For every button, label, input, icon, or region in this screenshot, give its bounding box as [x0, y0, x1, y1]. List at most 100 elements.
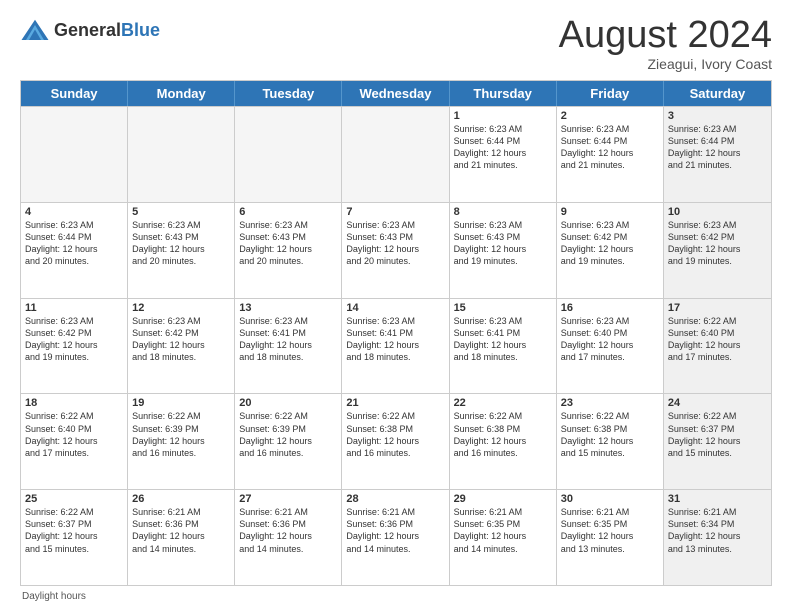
calendar-row: 25Sunrise: 6:22 AM Sunset: 6:37 PM Dayli… [21, 489, 771, 585]
day-info: Sunrise: 6:21 AM Sunset: 6:36 PM Dayligh… [346, 506, 444, 555]
day-info: Sunrise: 6:23 AM Sunset: 6:43 PM Dayligh… [239, 219, 337, 268]
day-info: Sunrise: 6:23 AM Sunset: 6:42 PM Dayligh… [561, 219, 659, 268]
day-number: 3 [668, 110, 767, 122]
calendar-row: 11Sunrise: 6:23 AM Sunset: 6:42 PM Dayli… [21, 298, 771, 394]
day-cell: 24Sunrise: 6:22 AM Sunset: 6:37 PM Dayli… [664, 394, 771, 489]
day-cell: 26Sunrise: 6:21 AM Sunset: 6:36 PM Dayli… [128, 490, 235, 585]
day-number: 31 [668, 493, 767, 505]
day-cell: 2Sunrise: 6:23 AM Sunset: 6:44 PM Daylig… [557, 107, 664, 202]
day-number: 17 [668, 302, 767, 314]
day-cell: 11Sunrise: 6:23 AM Sunset: 6:42 PM Dayli… [21, 299, 128, 394]
logo-blue: Blue [121, 21, 160, 41]
calendar: SundayMondayTuesdayWednesdayThursdayFrid… [20, 80, 772, 586]
empty-cell [128, 107, 235, 202]
day-cell: 7Sunrise: 6:23 AM Sunset: 6:43 PM Daylig… [342, 203, 449, 298]
day-info: Sunrise: 6:21 AM Sunset: 6:34 PM Dayligh… [668, 506, 767, 555]
day-info: Sunrise: 6:23 AM Sunset: 6:44 PM Dayligh… [561, 123, 659, 172]
day-cell: 4Sunrise: 6:23 AM Sunset: 6:44 PM Daylig… [21, 203, 128, 298]
day-cell: 10Sunrise: 6:23 AM Sunset: 6:42 PM Dayli… [664, 203, 771, 298]
calendar-row: 1 Sunrise: 6:23 AM Sunset: 6:44 PM Daylig… [21, 106, 771, 202]
day-number: 12 [132, 302, 230, 314]
day-info: Sunrise: 6:23 AM Sunset: 6:43 PM Dayligh… [346, 219, 444, 268]
day-number: 22 [454, 397, 552, 409]
day-cell: 30Sunrise: 6:21 AM Sunset: 6:35 PM Dayli… [557, 490, 664, 585]
day-info: Sunrise: 6:21 AM Sunset: 6:36 PM Dayligh… [239, 506, 337, 555]
day-info: Sunrise: 6:22 AM Sunset: 6:37 PM Dayligh… [668, 410, 767, 459]
month-title: August 2024 [559, 16, 772, 54]
day-number: 11 [25, 302, 123, 314]
day-number: 28 [346, 493, 444, 505]
header: GeneralBlue August 2024 Zieagui, Ivory C… [20, 16, 772, 72]
logo: GeneralBlue [20, 16, 160, 46]
day-cell: 31Sunrise: 6:21 AM Sunset: 6:34 PM Dayli… [664, 490, 771, 585]
day-cell: 21Sunrise: 6:22 AM Sunset: 6:38 PM Dayli… [342, 394, 449, 489]
weekday-header: Wednesday [342, 81, 449, 106]
day-number: 30 [561, 493, 659, 505]
day-number: 20 [239, 397, 337, 409]
day-cell: 25Sunrise: 6:22 AM Sunset: 6:37 PM Dayli… [21, 490, 128, 585]
weekday-header: Thursday [450, 81, 557, 106]
calendar-row: 4Sunrise: 6:23 AM Sunset: 6:44 PM Daylig… [21, 202, 771, 298]
day-info: Sunrise: 6:23 AM Sunset: 6:43 PM Dayligh… [454, 219, 552, 268]
day-info: Sunrise: 6:22 AM Sunset: 6:39 PM Dayligh… [239, 410, 337, 459]
day-number: 18 [25, 397, 123, 409]
day-info: Sunrise: 6:22 AM Sunset: 6:40 PM Dayligh… [668, 315, 767, 364]
day-cell: 17Sunrise: 6:22 AM Sunset: 6:40 PM Dayli… [664, 299, 771, 394]
day-cell: 16Sunrise: 6:23 AM Sunset: 6:40 PM Dayli… [557, 299, 664, 394]
day-info: Sunrise: 6:23 AM Sunset: 6:42 PM Dayligh… [25, 315, 123, 364]
day-info: Sunrise: 6:23 AM Sunset: 6:41 PM Dayligh… [346, 315, 444, 364]
day-cell: 6Sunrise: 6:23 AM Sunset: 6:43 PM Daylig… [235, 203, 342, 298]
day-number: 14 [346, 302, 444, 314]
day-cell: 18Sunrise: 6:22 AM Sunset: 6:40 PM Dayli… [21, 394, 128, 489]
day-cell: 14Sunrise: 6:23 AM Sunset: 6:41 PM Dayli… [342, 299, 449, 394]
day-number: 24 [668, 397, 767, 409]
day-info: Sunrise: 6:23 AM Sunset: 6:40 PM Dayligh… [561, 315, 659, 364]
calendar-header: SundayMondayTuesdayWednesdayThursdayFrid… [21, 81, 771, 106]
day-number: 9 [561, 206, 659, 218]
weekday-header: Tuesday [235, 81, 342, 106]
day-info: Sunrise: 6:23 AM Sunset: 6:42 PM Dayligh… [668, 219, 767, 268]
day-cell: 8Sunrise: 6:23 AM Sunset: 6:43 PM Daylig… [450, 203, 557, 298]
day-cell: 12Sunrise: 6:23 AM Sunset: 6:42 PM Dayli… [128, 299, 235, 394]
day-number: 25 [25, 493, 123, 505]
day-info: Sunrise: 6:21 AM Sunset: 6:35 PM Dayligh… [454, 506, 552, 555]
day-number: 23 [561, 397, 659, 409]
page: GeneralBlue August 2024 Zieagui, Ivory C… [0, 0, 792, 612]
day-info: Sunrise: 6:22 AM Sunset: 6:38 PM Dayligh… [561, 410, 659, 459]
logo-icon [20, 16, 50, 46]
daylight-hours-label: Daylight hours [22, 591, 86, 602]
day-number: 13 [239, 302, 337, 314]
weekday-header: Sunday [21, 81, 128, 106]
day-info: Sunrise: 6:23 AM Sunset: 6:44 PM Dayligh… [25, 219, 123, 268]
day-cell: 1Sunrise: 6:23 AM Sunset: 6:44 PM Daylig… [450, 107, 557, 202]
day-number: 1 [454, 110, 552, 122]
empty-cell [21, 107, 128, 202]
weekday-header: Monday [128, 81, 235, 106]
day-cell: 22Sunrise: 6:22 AM Sunset: 6:38 PM Dayli… [450, 394, 557, 489]
day-cell: 19Sunrise: 6:22 AM Sunset: 6:39 PM Dayli… [128, 394, 235, 489]
location: Zieagui, Ivory Coast [559, 56, 772, 72]
footer: Daylight hours [20, 591, 772, 602]
day-info: Sunrise: 6:21 AM Sunset: 6:36 PM Dayligh… [132, 506, 230, 555]
day-number: 16 [561, 302, 659, 314]
day-info: Sunrise: 6:23 AM Sunset: 6:43 PM Dayligh… [132, 219, 230, 268]
day-info: Sunrise: 6:22 AM Sunset: 6:38 PM Dayligh… [346, 410, 444, 459]
day-cell: 3Sunrise: 6:23 AM Sunset: 6:44 PM Daylig… [664, 107, 771, 202]
day-number: 15 [454, 302, 552, 314]
weekday-header: Saturday [664, 81, 771, 106]
day-info: Sunrise: 6:22 AM Sunset: 6:39 PM Dayligh… [132, 410, 230, 459]
day-number: 2 [561, 110, 659, 122]
day-number: 19 [132, 397, 230, 409]
logo-general: General [54, 21, 121, 41]
weekday-header: Friday [557, 81, 664, 106]
day-cell: 13Sunrise: 6:23 AM Sunset: 6:41 PM Dayli… [235, 299, 342, 394]
logo-text: GeneralBlue [54, 21, 160, 41]
day-cell: 15Sunrise: 6:23 AM Sunset: 6:41 PM Dayli… [450, 299, 557, 394]
day-cell: 5Sunrise: 6:23 AM Sunset: 6:43 PM Daylig… [128, 203, 235, 298]
day-cell: 29Sunrise: 6:21 AM Sunset: 6:35 PM Dayli… [450, 490, 557, 585]
empty-cell [342, 107, 449, 202]
day-info: Sunrise: 6:23 AM Sunset: 6:44 PM Dayligh… [668, 123, 767, 172]
day-number: 29 [454, 493, 552, 505]
day-cell: 20Sunrise: 6:22 AM Sunset: 6:39 PM Dayli… [235, 394, 342, 489]
calendar-body: 1 Sunrise: 6:23 AM Sunset: 6:44 PM Daylig… [21, 106, 771, 585]
